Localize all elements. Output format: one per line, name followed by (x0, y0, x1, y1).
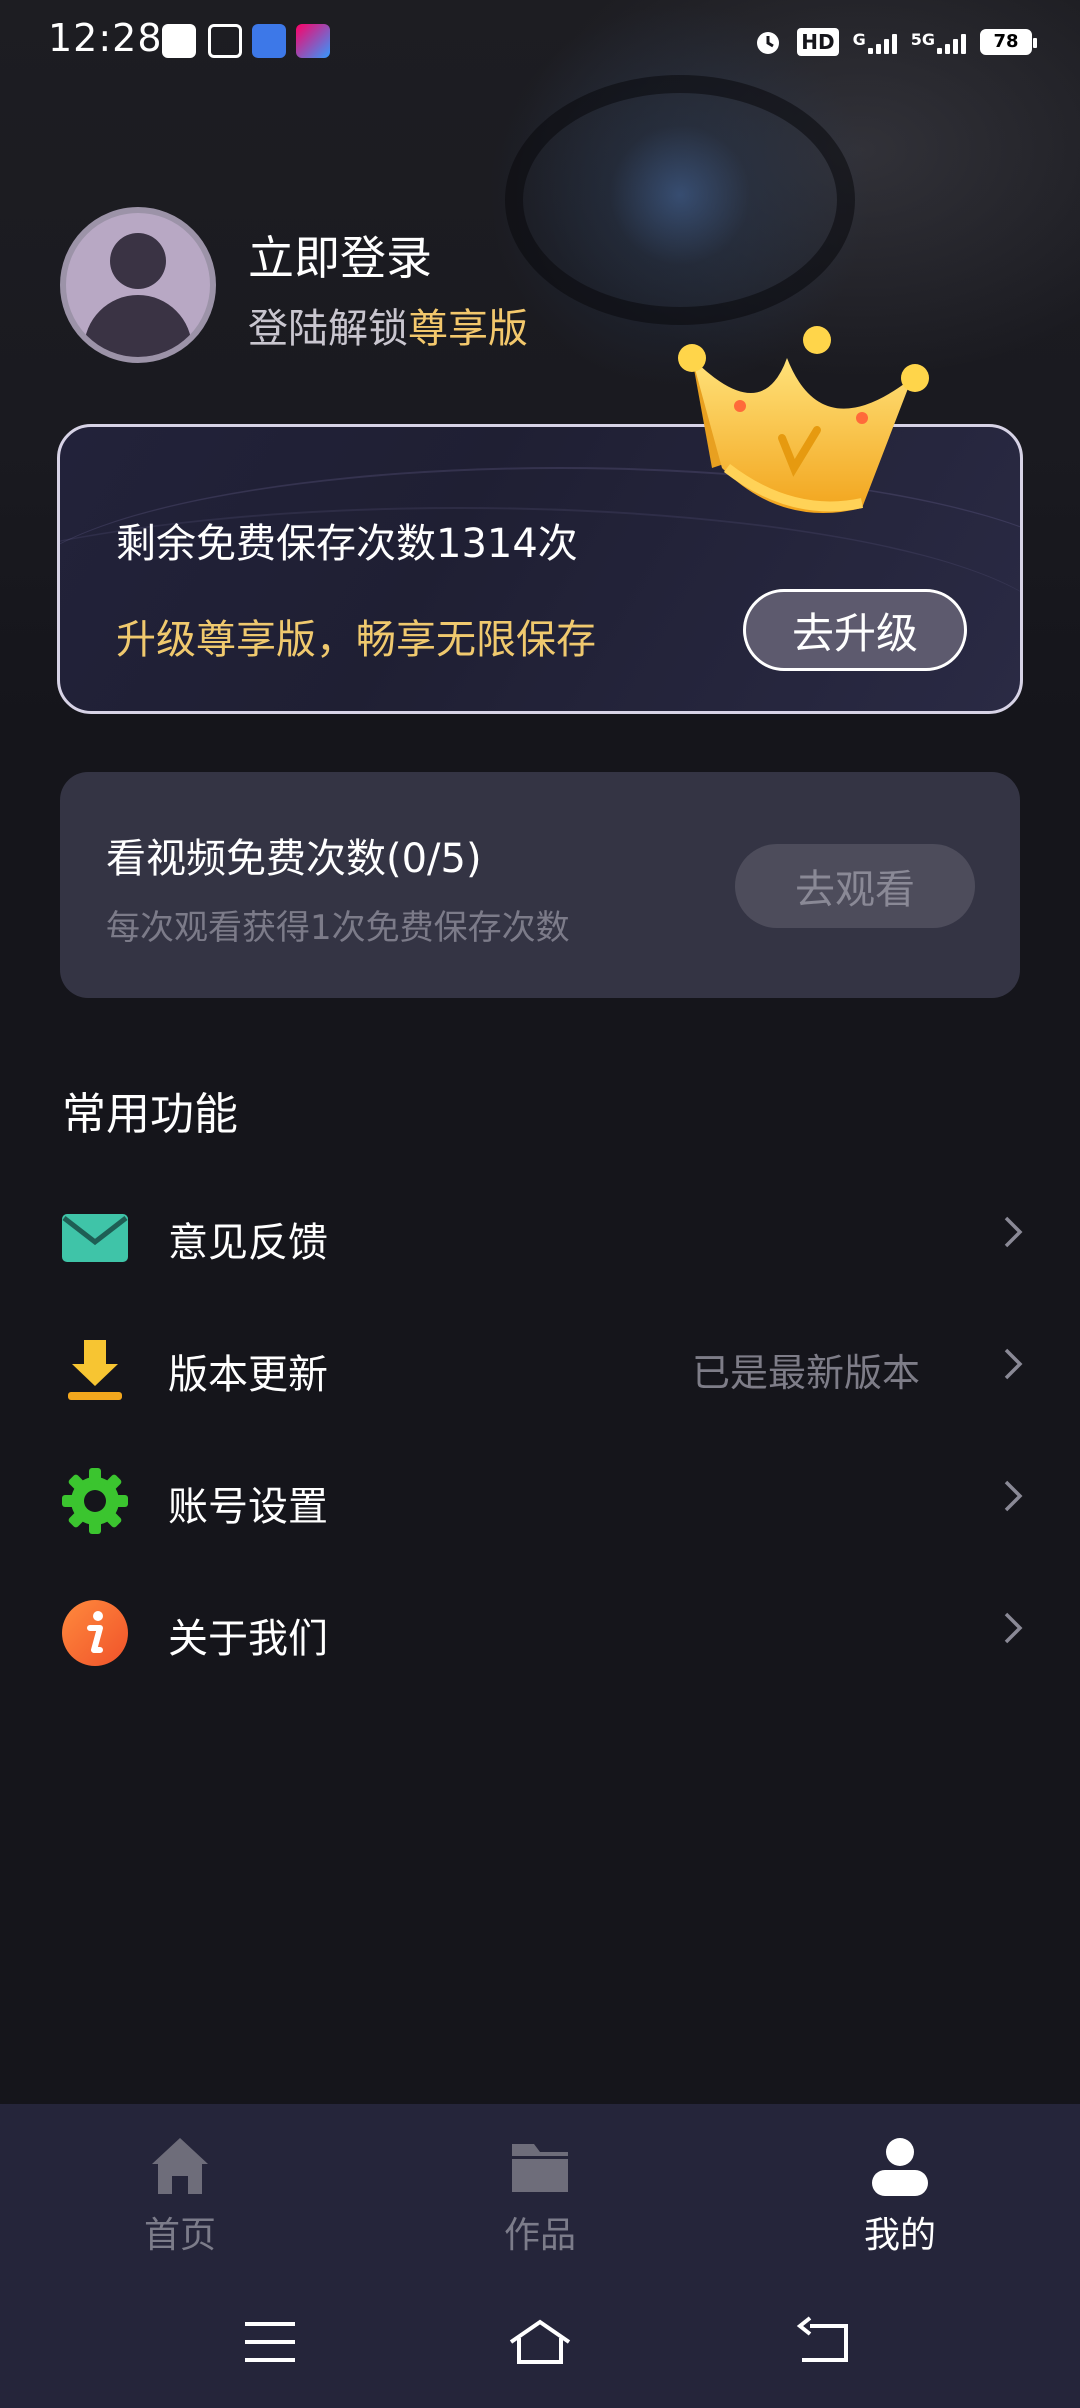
home-nav-icon[interactable] (505, 2312, 575, 2372)
battery-indicator: 78 (980, 29, 1037, 55)
remaining-saves-text: 剩余免费保存次数1314次 (116, 521, 578, 567)
tab-label: 首页 (143, 2215, 216, 2256)
chevron-right-icon (1004, 1216, 1023, 1248)
user-icon (872, 2138, 928, 2196)
bottom-tab-bar: 首页 作品 我的 (0, 2104, 1080, 2282)
download-icon (68, 1340, 122, 1400)
info-icon (62, 1600, 128, 1666)
menu-item-label: 账号设置 (168, 1484, 328, 1530)
menu-item-about-us[interactable]: 关于我们 (0, 1574, 1080, 1694)
upgrade-promo-text: 升级尊享版，畅享无限保存 (116, 617, 596, 663)
mail-icon (62, 1214, 128, 1262)
watch-video-card: 看视频免费次数(0/5) 每次观看获得1次免费保存次数 去观看 (60, 772, 1020, 998)
tab-label: 我的 (863, 2215, 936, 2256)
status-bar: 12:28 HD G 5G 78 (0, 0, 1080, 84)
folder-icon (512, 2144, 568, 2192)
watch-video-button[interactable]: 去观看 (735, 844, 975, 928)
version-status: 已是最新版本 (691, 1351, 920, 1395)
system-navigation-bar (0, 2282, 1080, 2408)
back-icon[interactable] (790, 2312, 860, 2372)
crown-icon (678, 326, 929, 513)
tab-home[interactable]: 首页 (0, 2104, 360, 2282)
tab-label: 作品 (503, 2215, 576, 2256)
menu-item-label: 版本更新 (168, 1352, 328, 1398)
hd-badge: HD (797, 28, 839, 56)
alarm-icon (757, 32, 780, 54)
menu-icon[interactable] (235, 2312, 305, 2372)
menu-item-feedback[interactable]: 意见反馈 (0, 1178, 1080, 1298)
notification-app-icon-1 (162, 24, 196, 58)
upgrade-button[interactable]: 去升级 (743, 589, 967, 671)
chevron-right-icon (1004, 1480, 1023, 1512)
menu-item-label: 意见反馈 (168, 1220, 328, 1266)
video-free-count-subtitle: 每次观看获得1次免费保存次数 (106, 908, 570, 948)
status-icons: HD G 5G 78 (753, 22, 1037, 62)
menu-item-label: 关于我们 (168, 1616, 328, 1662)
gear-icon (62, 1468, 128, 1534)
notification-app-icon-2 (252, 24, 286, 58)
menu-item-version-update[interactable]: 版本更新 已是最新版本 (0, 1310, 1080, 1430)
tab-works[interactable]: 作品 (360, 2104, 720, 2282)
login-title[interactable]: 立即登录 (248, 222, 432, 288)
chevron-right-icon (1004, 1348, 1023, 1380)
camera-lens-graphic (505, 75, 855, 325)
signal-1: G (853, 30, 897, 54)
notification-document-icon (208, 24, 242, 58)
common-functions-title: 常用功能 (62, 1089, 238, 1140)
home-icon (152, 2138, 208, 2194)
signal-2: 5G (911, 30, 966, 54)
video-free-count-title: 看视频免费次数(0/5) (106, 836, 482, 882)
chevron-right-icon (1004, 1612, 1023, 1644)
menu-item-account-settings[interactable]: 账号设置 (0, 1442, 1080, 1562)
notification-app-icon-3 (296, 24, 330, 58)
login-subtitle: 登陆解锁尊享版 (248, 306, 528, 352)
avatar[interactable] (60, 207, 216, 363)
status-time: 12:28 (48, 16, 163, 60)
tab-mine[interactable]: 我的 (720, 2104, 1080, 2282)
